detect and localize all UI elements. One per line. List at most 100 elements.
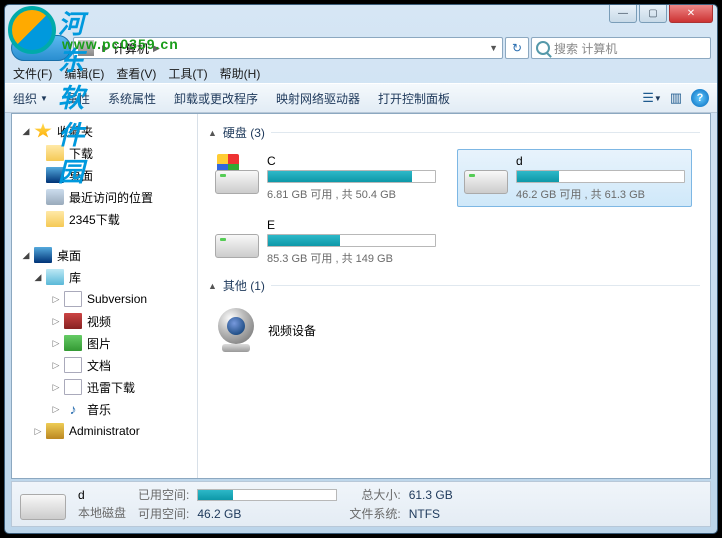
tree-pictures[interactable]: ▷图片: [12, 332, 197, 354]
usage-bar: [197, 489, 337, 501]
breadcrumb-item[interactable]: 计算机: [113, 40, 149, 57]
device-video[interactable]: 视频设备: [208, 302, 700, 358]
explorer-window: — ▢ ✕ ▶ 计算机 ▶ ▼ ↻ 搜索 计算机 文件(F) 编辑(E) 查看(…: [4, 4, 718, 534]
star-icon: [34, 123, 52, 139]
document-icon: [64, 357, 82, 373]
drive-icon: [20, 486, 66, 522]
fs-label: 文件系统:: [349, 505, 400, 522]
search-placeholder: 搜索 计算机: [554, 40, 617, 57]
details-type: 本地磁盘: [78, 504, 126, 521]
details-name: d: [78, 488, 126, 502]
tree-desktop-fav[interactable]: 桌面: [12, 164, 197, 186]
drive-stats: 46.2 GB 可用 , 共 61.3 GB: [516, 186, 685, 202]
details-pane: d 本地磁盘 已用空间: 可用空间: 46.2 GB 总大小: 61.3 GB …: [11, 481, 711, 527]
free-value: 46.2 GB: [197, 507, 337, 521]
menu-edit[interactable]: 编辑(E): [64, 65, 104, 82]
collapse-icon[interactable]: ◢: [20, 250, 32, 261]
user-icon: [46, 423, 64, 439]
tb-properties[interactable]: 属性: [66, 90, 90, 107]
tree-music[interactable]: ▷♪音乐: [12, 398, 197, 420]
expand-icon[interactable]: ▷: [50, 360, 62, 371]
drive-c[interactable]: C 6.81 GB 可用 , 共 50.4 GB: [208, 149, 443, 207]
address-bar: ▶ 计算机 ▶ ▼ ↻ 搜索 计算机: [11, 33, 711, 63]
tree-recent[interactable]: 最近访问的位置: [12, 186, 197, 208]
nav-back-forward[interactable]: [11, 35, 71, 61]
menu-tools[interactable]: 工具(T): [168, 65, 207, 82]
tb-uninstall[interactable]: 卸载或更改程序: [174, 90, 258, 107]
expand-icon[interactable]: ▷: [50, 316, 62, 327]
chevron-down-icon: ▼: [40, 94, 48, 103]
document-icon: [64, 291, 82, 307]
expand-icon[interactable]: ▷: [50, 404, 62, 415]
menu-view[interactable]: 查看(V): [116, 65, 156, 82]
fs-value: NTFS: [409, 507, 453, 521]
video-icon: [64, 313, 82, 329]
tree-administrator[interactable]: ▷Administrator: [12, 420, 197, 442]
group-hard-disks[interactable]: ▲硬盘 (3): [208, 124, 700, 141]
collapse-icon[interactable]: ◢: [32, 272, 44, 283]
desktop-icon: [34, 247, 52, 263]
minimize-button[interactable]: —: [609, 5, 637, 23]
drive-label: C: [267, 154, 436, 168]
tree-xunlei[interactable]: ▷迅雷下载: [12, 376, 197, 398]
expand-icon[interactable]: ▷: [50, 382, 62, 393]
webcam-icon: [214, 308, 258, 352]
content-pane: ▲硬盘 (3) C 6.81 GB 可用 , 共 50.4 GB d 4: [198, 114, 710, 478]
breadcrumb-sep-icon[interactable]: ▶: [153, 43, 160, 54]
group-other[interactable]: ▲其他 (1): [208, 277, 700, 294]
tb-control-panel[interactable]: 打开控制面板: [378, 90, 450, 107]
tb-organize[interactable]: 组织▼: [13, 90, 48, 107]
address-dropdown-icon[interactable]: ▼: [489, 43, 498, 53]
usage-fill: [517, 171, 559, 182]
folder-icon: [46, 145, 64, 161]
drive-label: E: [267, 218, 436, 232]
drive-icon: [215, 154, 259, 194]
used-label: 已用空间:: [138, 486, 189, 503]
tree-desktop[interactable]: ◢桌面: [12, 244, 197, 266]
usage-bar: [516, 170, 685, 183]
tree-downloads[interactable]: 下载: [12, 142, 197, 164]
drive-e[interactable]: E 85.3 GB 可用 , 共 149 GB: [208, 213, 443, 271]
preview-pane-icon[interactable]: ▥: [667, 89, 685, 107]
maximize-button[interactable]: ▢: [639, 5, 667, 23]
usage-bar: [267, 170, 436, 183]
drive-d[interactable]: d 46.2 GB 可用 , 共 61.3 GB: [457, 149, 692, 207]
total-label: 总大小:: [349, 486, 400, 503]
expand-icon[interactable]: ▷: [50, 338, 62, 349]
tree-favorites[interactable]: ◢收藏夹: [12, 120, 197, 142]
tree-subversion[interactable]: ▷Subversion: [12, 288, 197, 310]
collapse-icon[interactable]: ▲: [208, 128, 217, 138]
folder-icon: [46, 211, 64, 227]
search-field[interactable]: 搜索 计算机: [531, 37, 711, 59]
expand-icon[interactable]: ▷: [32, 426, 44, 437]
drive-icon: [464, 154, 508, 194]
breadcrumb-sep-icon: ▶: [102, 43, 109, 54]
search-icon: [536, 41, 550, 55]
menu-help[interactable]: 帮助(H): [220, 65, 261, 82]
usage-fill: [268, 171, 412, 182]
tree-videos[interactable]: ▷视频: [12, 310, 197, 332]
drive-icon: [215, 218, 259, 258]
address-field[interactable]: ▶ 计算机 ▶ ▼: [73, 37, 503, 59]
close-button[interactable]: ✕: [669, 5, 713, 23]
collapse-icon[interactable]: ◢: [20, 126, 32, 137]
picture-icon: [64, 335, 82, 351]
recent-icon: [46, 189, 64, 205]
expand-icon[interactable]: ▷: [50, 294, 62, 305]
tb-system-properties[interactable]: 系统属性: [108, 90, 156, 107]
tree-documents[interactable]: ▷文档: [12, 354, 197, 376]
refresh-button[interactable]: ↻: [505, 37, 529, 59]
tree-libraries[interactable]: ◢库: [12, 266, 197, 288]
view-mode-icon[interactable]: ☰ ▼: [643, 89, 661, 107]
tree-2345[interactable]: 2345下载: [12, 208, 197, 230]
collapse-icon[interactable]: ▲: [208, 281, 217, 291]
tb-map-network[interactable]: 映射网络驱动器: [276, 90, 360, 107]
device-label: 视频设备: [268, 322, 316, 339]
menu-file[interactable]: 文件(F): [13, 65, 52, 82]
desktop-icon: [46, 167, 64, 183]
menu-bar: 文件(F) 编辑(E) 查看(V) 工具(T) 帮助(H): [5, 63, 717, 83]
library-icon: [46, 269, 64, 285]
help-icon[interactable]: ?: [691, 89, 709, 107]
titlebar[interactable]: — ▢ ✕: [5, 5, 717, 33]
drive-stats: 85.3 GB 可用 , 共 149 GB: [267, 250, 436, 266]
